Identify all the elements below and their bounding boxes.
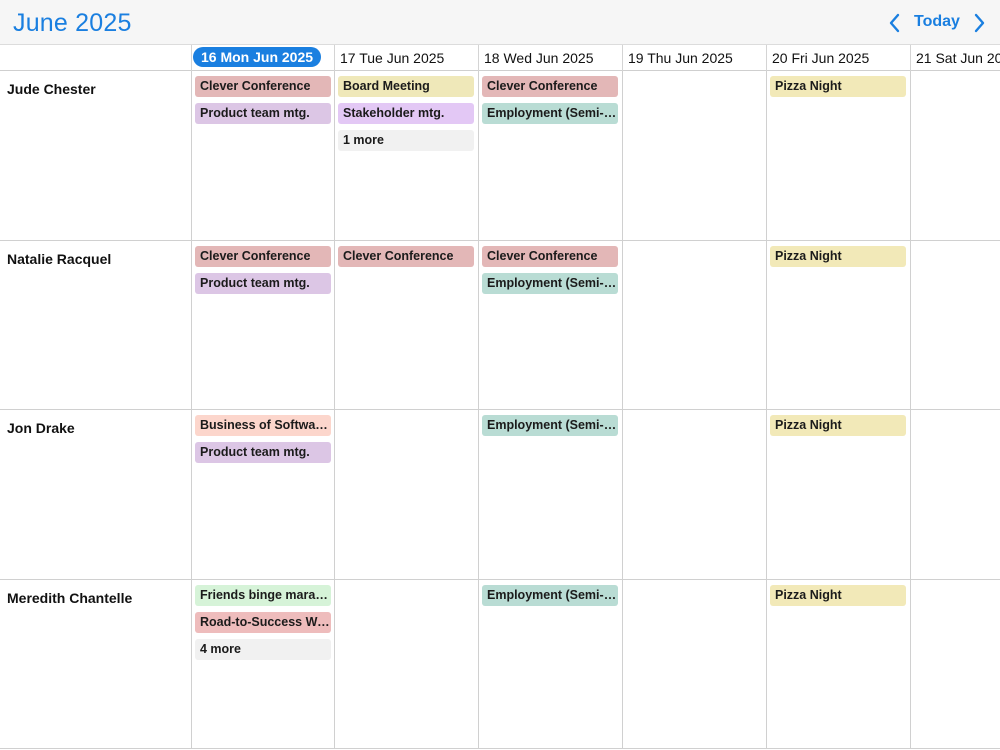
day-cell[interactable]	[910, 71, 1000, 240]
event-chip[interactable]: Business of Software Conference	[195, 415, 331, 436]
resource-row: Meredith Chantelle Friends binge marathon…	[0, 580, 1000, 749]
today-date-label: 16 Mon Jun 2025	[193, 47, 322, 67]
event-chip[interactable]: Employment (Semi-weekly)	[482, 103, 618, 124]
day-cell[interactable]	[622, 241, 766, 409]
day-cell[interactable]: Employment (Semi-weekly)	[478, 410, 622, 579]
day-cell[interactable]: Clever Conference Employment (Semi-weekly…	[478, 241, 622, 409]
event-chip[interactable]: Clever Conference	[338, 246, 474, 267]
day-cell[interactable]: Employment (Semi-weekly)	[478, 580, 622, 748]
day-cell[interactable]	[910, 410, 1000, 579]
resource-name: Natalie Racquel	[7, 251, 112, 267]
day-label: 20 Fri Jun 2025	[772, 50, 870, 66]
day-label: 19 Thu Jun 2025	[628, 50, 733, 66]
calendar-header: June 2025 Today	[0, 0, 1000, 45]
day-cell[interactable]: Business of Software Conference Product t…	[191, 410, 335, 579]
day-label: 18 Wed Jun 2025	[484, 50, 594, 66]
event-chip[interactable]: Product team mtg.	[195, 103, 331, 124]
resource-name: Jon Drake	[7, 420, 75, 436]
event-chip[interactable]: Employment (Semi-weekly)	[482, 415, 618, 436]
event-chip[interactable]: Employment (Semi-weekly)	[482, 585, 618, 606]
resource-row: Natalie Racquel Clever Conference Product …	[0, 241, 1000, 410]
today-button[interactable]: Today	[914, 13, 960, 31]
day-cell[interactable]	[622, 71, 766, 240]
event-chip[interactable]: Employment (Semi-weekly)	[482, 273, 618, 294]
day-header: 18 Wed Jun 2025	[478, 45, 622, 71]
day-cell[interactable]: Pizza Night	[766, 71, 910, 240]
event-chip[interactable]: Clever Conference	[195, 246, 331, 267]
event-chip[interactable]: Pizza Night	[770, 76, 906, 97]
day-cell[interactable]: Clever Conference	[334, 241, 478, 409]
event-chip[interactable]: Board Meeting	[338, 76, 474, 97]
day-label: 21 Sat Jun 2025	[916, 50, 1000, 66]
day-header: 17 Tue Jun 2025	[334, 45, 478, 71]
chevron-left-icon	[889, 13, 900, 33]
day-header: 19 Thu Jun 2025	[622, 45, 766, 71]
day-cell[interactable]	[910, 580, 1000, 748]
event-chip[interactable]: Clever Conference	[195, 76, 331, 97]
event-chip[interactable]: Product team mtg.	[195, 442, 331, 463]
day-header: 16 Mon Jun 2025	[191, 45, 335, 71]
day-cell[interactable]	[622, 410, 766, 579]
day-cell[interactable]: Friends binge marathon Road-to-Success Wo…	[191, 580, 335, 748]
resource-row: Jude Chester Clever Conference Product tea…	[0, 71, 1000, 241]
day-cell[interactable]: Clever Conference Product team mtg.	[191, 241, 335, 409]
event-chip[interactable]: Pizza Night	[770, 246, 906, 267]
day-label: 17 Tue Jun 2025	[340, 50, 445, 66]
event-chip[interactable]: Stakeholder mtg.	[338, 103, 474, 124]
resource-name: Meredith Chantelle	[7, 590, 133, 606]
event-chip[interactable]: Friends binge marathon	[195, 585, 331, 606]
day-header: 20 Fri Jun 2025	[766, 45, 910, 71]
more-events-link[interactable]: 4 more	[195, 639, 331, 660]
event-chip[interactable]: Pizza Night	[770, 415, 906, 436]
day-cell[interactable]	[622, 580, 766, 748]
next-button[interactable]	[968, 11, 990, 35]
more-events-link[interactable]: 1 more	[338, 130, 474, 151]
day-cell[interactable]	[910, 241, 1000, 409]
event-chip[interactable]: Product team mtg.	[195, 273, 331, 294]
resource-grid: Jude Chester Clever Conference Product tea…	[0, 71, 1000, 750]
event-chip[interactable]: Clever Conference	[482, 76, 618, 97]
day-cell[interactable]: Clever Conference Product team mtg.	[191, 71, 335, 240]
day-cell[interactable]: Board Meeting Stakeholder mtg. 1 more	[334, 71, 478, 240]
event-chip[interactable]: Road-to-Success Workshop	[195, 612, 331, 633]
day-cell[interactable]: Pizza Night	[766, 410, 910, 579]
day-header-row: 16 Mon Jun 2025 17 Tue Jun 2025 18 Wed Jun…	[0, 45, 1000, 71]
day-header: 21 Sat Jun 2025	[910, 45, 1000, 71]
day-cell[interactable]	[334, 580, 478, 748]
day-cell[interactable]: Pizza Night	[766, 580, 910, 748]
resource-name: Jude Chester	[7, 81, 96, 97]
month-title: June 2025	[13, 9, 132, 37]
previous-button[interactable]	[884, 11, 906, 35]
resource-row: Jon Drake Business of Software Conference…	[0, 410, 1000, 580]
event-chip[interactable]: Pizza Night	[770, 585, 906, 606]
day-cell[interactable]: Clever Conference Employment (Semi-weekly…	[478, 71, 622, 240]
day-cell[interactable]: Pizza Night	[766, 241, 910, 409]
event-chip[interactable]: Clever Conference	[482, 246, 618, 267]
chevron-right-icon	[974, 13, 985, 33]
day-cell[interactable]	[334, 410, 478, 579]
